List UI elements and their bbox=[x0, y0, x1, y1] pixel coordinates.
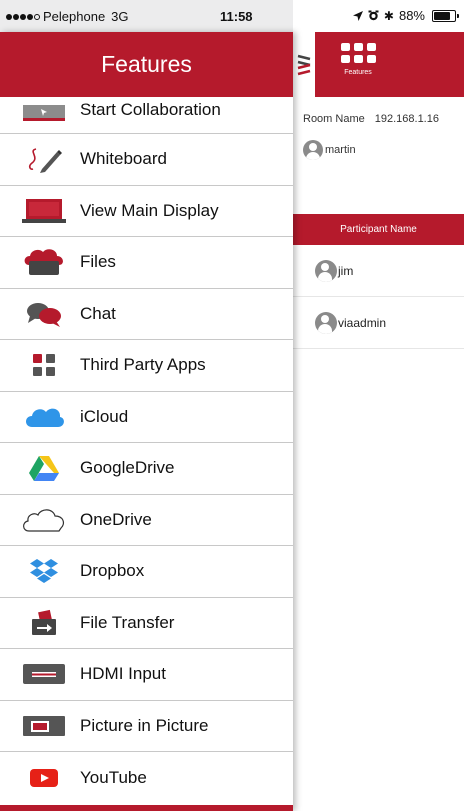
feature-view-main-display[interactable]: View Main Display bbox=[0, 186, 293, 237]
feature-label: File Transfer bbox=[80, 612, 175, 632]
drawer-title: Features bbox=[0, 32, 293, 97]
clock: 11:58 bbox=[220, 9, 253, 24]
participant-row[interactable]: jim bbox=[293, 245, 464, 297]
start-collaboration-icon bbox=[20, 105, 68, 125]
youtube-icon bbox=[20, 763, 68, 793]
feature-label: Third Party Apps bbox=[80, 355, 206, 375]
feature-label: OneDrive bbox=[80, 509, 152, 529]
feature-label: Start Collaboration bbox=[80, 100, 221, 119]
hdmi-input-icon bbox=[20, 659, 68, 689]
avatar bbox=[315, 311, 337, 334]
location-arrow-icon bbox=[352, 10, 363, 21]
apps-grid-icon bbox=[20, 350, 68, 380]
features-drawer: Features Start Collaboration Whiteboard … bbox=[0, 32, 293, 811]
feature-third-party-apps[interactable]: Third Party Apps bbox=[0, 340, 293, 392]
avatar bbox=[315, 259, 337, 282]
feature-onedrive[interactable]: OneDrive bbox=[0, 495, 293, 546]
chat-bubbles-icon bbox=[20, 299, 68, 329]
feature-files[interactable]: Files bbox=[0, 237, 293, 289]
status-bar-left: Pelephone 3G 11:58 bbox=[0, 0, 293, 32]
menu-toggle-button[interactable] bbox=[293, 32, 315, 97]
google-drive-icon bbox=[20, 453, 68, 483]
carrier-name: Pelephone bbox=[43, 9, 106, 24]
host-user-name: martin bbox=[325, 144, 356, 156]
participant-name: viaadmin bbox=[338, 315, 387, 330]
feature-chat[interactable]: Chat bbox=[0, 289, 293, 340]
onedrive-icon bbox=[20, 505, 68, 535]
participant-name: jim bbox=[338, 263, 354, 278]
status-bar-right: ✱ 88% bbox=[293, 0, 464, 32]
host-user: martin bbox=[303, 140, 356, 160]
features-caption: Features bbox=[344, 69, 372, 76]
feature-label: Files bbox=[80, 252, 116, 272]
status-bar: Pelephone 3G 11:58 ✱ 88% bbox=[0, 0, 464, 32]
feature-label: GoogleDrive bbox=[80, 458, 175, 478]
battery-icon bbox=[432, 9, 459, 22]
picture-in-picture-icon bbox=[20, 711, 68, 741]
signal-strength-icon bbox=[6, 13, 40, 20]
drawer-bottom-bar bbox=[0, 805, 293, 811]
laptop-display-icon bbox=[20, 196, 68, 226]
feature-whiteboard[interactable]: Whiteboard bbox=[0, 134, 293, 186]
main-panel: Features Room Name 192.168.1.16 martin Pa… bbox=[293, 32, 464, 811]
participant-list-header: Participant Name bbox=[293, 214, 464, 245]
feature-dropbox[interactable]: Dropbox bbox=[0, 546, 293, 598]
carrier-info: Pelephone 3G bbox=[6, 9, 129, 24]
features-grid-icon bbox=[340, 43, 376, 63]
room-info: Room Name 192.168.1.16 bbox=[303, 113, 439, 125]
feature-googledrive[interactable]: GoogleDrive bbox=[0, 443, 293, 495]
feature-label: HDMI Input bbox=[80, 664, 166, 684]
feature-label: YouTube bbox=[80, 767, 147, 787]
file-transfer-icon bbox=[20, 608, 68, 638]
feature-start-collaboration[interactable]: Start Collaboration bbox=[0, 97, 293, 134]
feature-label: iCloud bbox=[80, 406, 129, 426]
feature-label: View Main Display bbox=[80, 200, 219, 220]
bluetooth-icon: ✱ bbox=[383, 8, 394, 23]
feature-label: Whiteboard bbox=[80, 149, 167, 169]
icloud-icon bbox=[20, 402, 68, 432]
feature-icloud[interactable]: iCloud bbox=[0, 392, 293, 443]
dropbox-icon bbox=[20, 556, 68, 586]
cloud-folder-icon bbox=[20, 247, 68, 277]
feature-picture-in-picture[interactable]: Picture in Picture bbox=[0, 701, 293, 752]
battery-percent: 88% bbox=[398, 8, 425, 23]
participant-row[interactable]: viaadmin bbox=[293, 297, 464, 349]
room-name-label: Room Name bbox=[303, 113, 365, 125]
feature-label: Dropbox bbox=[80, 561, 145, 581]
network-type: 3G bbox=[111, 9, 129, 24]
avatar bbox=[303, 140, 323, 160]
alarm-icon bbox=[368, 10, 379, 21]
room-name-value: 192.168.1.16 bbox=[374, 113, 439, 125]
feature-label: Picture in Picture bbox=[80, 715, 209, 735]
feature-label: Chat bbox=[80, 303, 116, 323]
feature-list: Start Collaboration Whiteboard View Main… bbox=[0, 97, 293, 804]
drawer-handle-icon bbox=[297, 54, 311, 75]
main-header: Features bbox=[293, 32, 464, 97]
feature-youtube[interactable]: YouTube bbox=[0, 752, 293, 804]
feature-hdmi-input[interactable]: HDMI Input bbox=[0, 649, 293, 701]
whiteboard-pen-icon bbox=[20, 144, 68, 174]
features-button[interactable]: Features bbox=[333, 41, 383, 91]
feature-file-transfer[interactable]: File Transfer bbox=[0, 598, 293, 649]
